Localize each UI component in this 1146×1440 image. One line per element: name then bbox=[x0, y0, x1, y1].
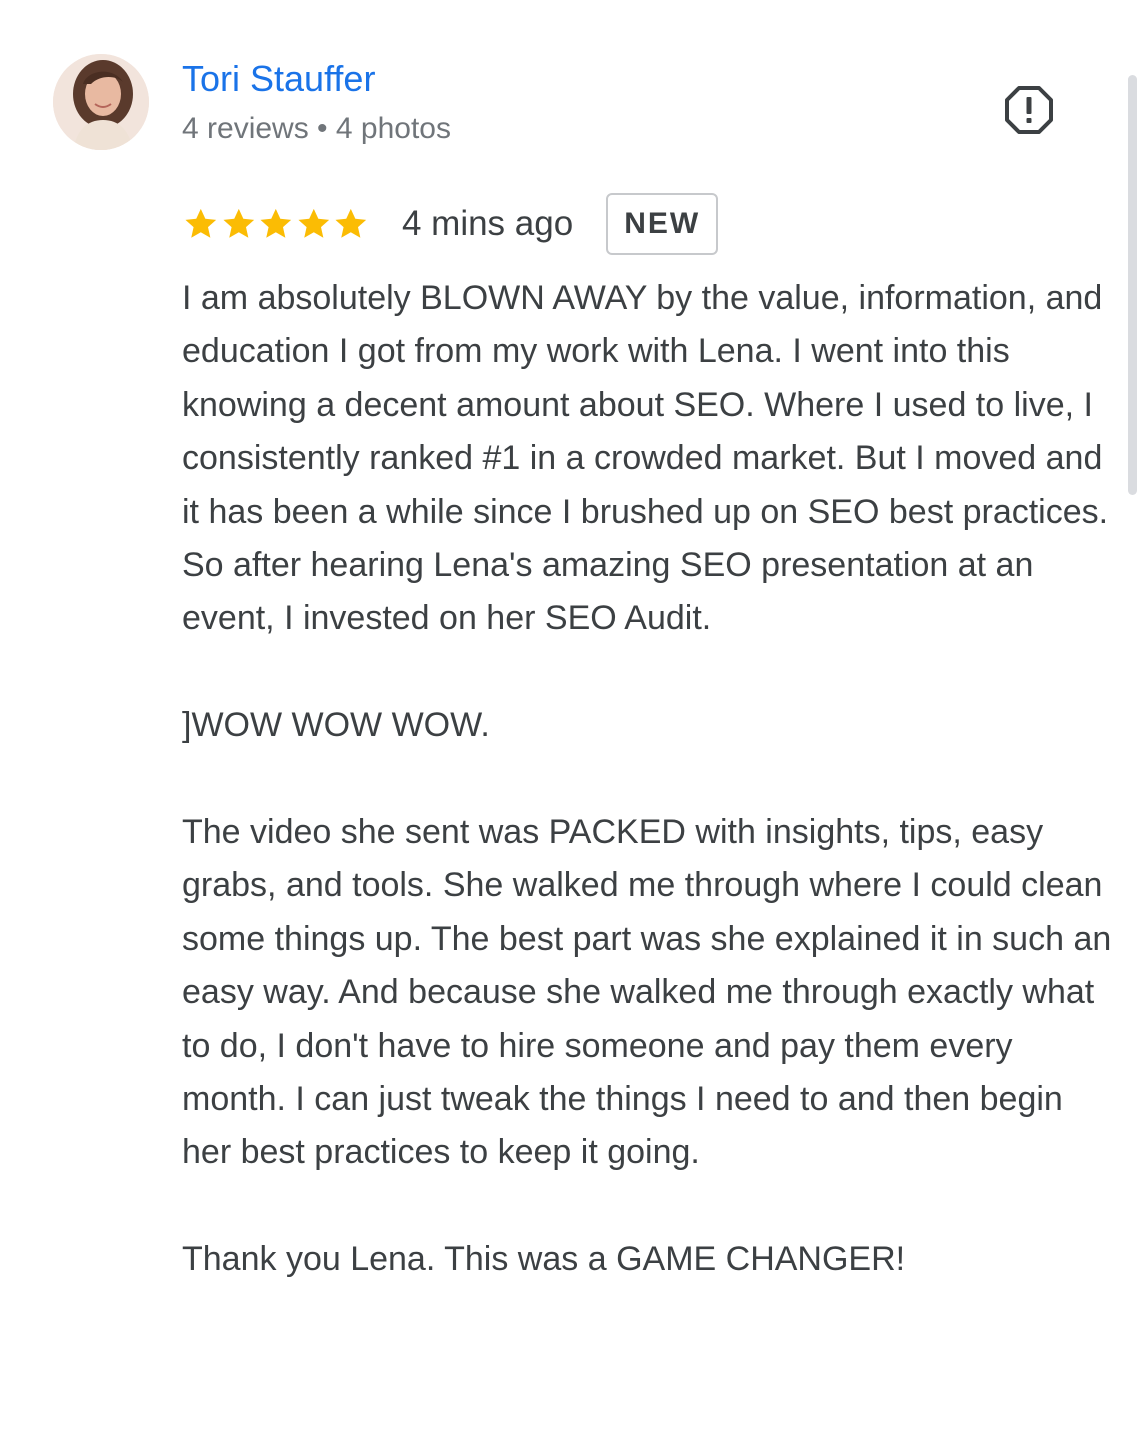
star-icon bbox=[260, 209, 292, 238]
avatar-image bbox=[53, 54, 149, 150]
author-name[interactable]: Tori Stauffer bbox=[182, 58, 375, 100]
star-rating bbox=[182, 205, 370, 243]
review-paragraph: Thank you Lena. This was a GAME CHANGER! bbox=[182, 1240, 906, 1279]
review-paragraph: ]WOW WOW WOW. bbox=[182, 706, 490, 745]
star-icon bbox=[223, 209, 254, 238]
star-icon bbox=[185, 209, 217, 238]
review-paragraph: I am absolutely BLOWN AWAY by the value,… bbox=[182, 279, 1109, 638]
rating-row: 4 mins ago NEW bbox=[182, 192, 719, 256]
review-text: I am absolutely BLOWN AWAY by the value,… bbox=[182, 272, 1112, 1287]
report-button[interactable] bbox=[1000, 81, 1058, 139]
scrollbar[interactable] bbox=[1128, 75, 1137, 495]
new-badge: NEW bbox=[606, 193, 719, 255]
review-paragraph: The video she sent was PACKED with insig… bbox=[182, 813, 1112, 1172]
author-meta: 4 reviews • 4 photos bbox=[182, 112, 451, 145]
star-icon bbox=[335, 209, 367, 238]
star-icon bbox=[298, 209, 329, 238]
report-flag-icon bbox=[1005, 86, 1053, 134]
review-time: 4 mins ago bbox=[401, 204, 574, 243]
avatar[interactable] bbox=[53, 54, 149, 150]
